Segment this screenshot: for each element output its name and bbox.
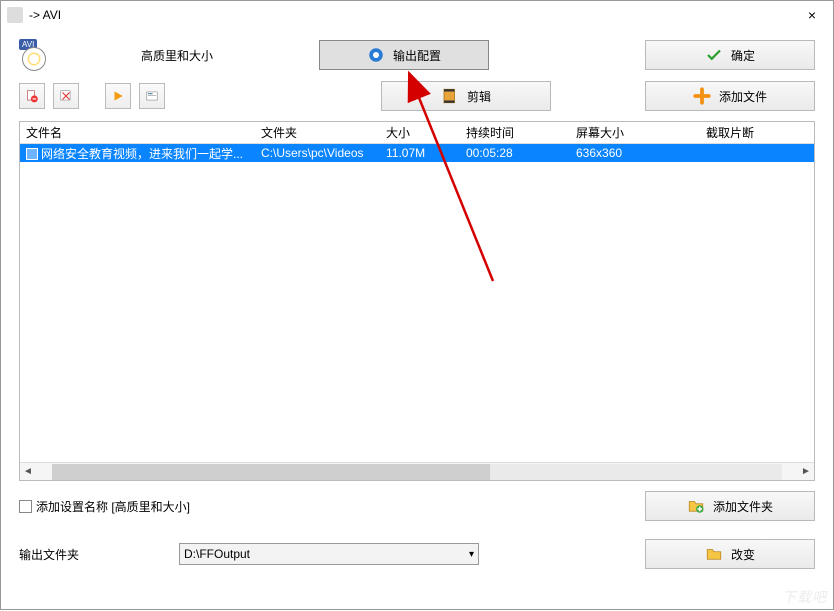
add-settings-label: 添加设置名称 [高质里和大小] (36, 498, 190, 515)
clip-icon (441, 87, 459, 105)
output-folder-row: 输出文件夹 D:\FFOutput ▾ 改变 (19, 539, 815, 569)
cell-size: 11.07M (380, 146, 460, 160)
gear-icon (367, 46, 385, 64)
output-config-label: 输出配置 (393, 47, 441, 64)
window-title: -> AVI (29, 8, 797, 22)
remove-file-button[interactable] (19, 83, 45, 109)
cell-duration: 00:05:28 (460, 146, 570, 160)
add-file-label: 添加文件 (719, 88, 767, 105)
app-icon (7, 7, 23, 23)
video-file-icon (26, 148, 38, 160)
clip-label: 剪辑 (467, 88, 491, 105)
cell-folder: C:\Users\pc\Videos (255, 146, 380, 160)
info-button[interactable] (139, 83, 165, 109)
add-settings-checkbox[interactable] (19, 500, 32, 513)
output-folder-label: 输出文件夹 (19, 546, 149, 563)
settings-row: 添加设置名称 [高质里和大小] 添加文件夹 (19, 491, 815, 521)
col-filename[interactable]: 文件名 (20, 124, 255, 141)
cell-filename: 网络安全教育视频，进来我们一起学... (20, 145, 255, 162)
ok-button[interactable]: 确定 (645, 40, 815, 70)
col-clip[interactable]: 截取片断 (700, 124, 800, 141)
plus-icon (693, 87, 711, 105)
scroll-track[interactable] (52, 464, 782, 480)
ok-label: 确定 (731, 47, 755, 64)
table-row[interactable]: 网络安全教育视频，进来我们一起学... C:\Users\pc\Videos 1… (20, 144, 814, 162)
table-body: 网络安全教育视频，进来我们一起学... C:\Users\pc\Videos 1… (20, 144, 814, 462)
quality-label: 高质里和大小 (141, 47, 291, 64)
top-row: 高质里和大小 输出配置 确定 (1, 29, 833, 77)
output-config-button[interactable]: 输出配置 (319, 40, 489, 70)
avi-format-icon (19, 39, 51, 71)
change-label: 改变 (731, 546, 755, 563)
col-folder[interactable]: 文件夹 (255, 124, 380, 141)
tool-row: 剪辑 添加文件 (1, 77, 833, 121)
play-button[interactable] (105, 83, 131, 109)
watermark: 下载吧 (782, 587, 827, 607)
close-button[interactable]: × (797, 7, 827, 23)
col-duration[interactable]: 持续时间 (460, 124, 570, 141)
clear-list-button[interactable] (53, 83, 79, 109)
add-file-button[interactable]: 添加文件 (645, 81, 815, 111)
change-button[interactable]: 改变 (645, 539, 815, 569)
scroll-thumb[interactable] (52, 464, 490, 480)
scroll-left-arrow[interactable]: ◄ (20, 464, 36, 480)
check-icon (705, 46, 723, 64)
clip-button[interactable]: 剪辑 (381, 81, 551, 111)
cell-dimensions: 636x360 (570, 146, 700, 160)
file-table: 文件名 文件夹 大小 持续时间 屏幕大小 截取片断 网络安全教育视频，进来我们一… (19, 121, 815, 481)
bottom-area: 添加设置名称 [高质里和大小] 添加文件夹 输出文件夹 D:\FFOutput … (1, 481, 833, 569)
output-folder-combo[interactable]: D:\FFOutput ▾ (179, 543, 479, 565)
col-dimensions[interactable]: 屏幕大小 (570, 124, 700, 141)
chevron-down-icon: ▾ (469, 549, 474, 560)
add-folder-label: 添加文件夹 (713, 498, 773, 515)
folder-open-icon (705, 545, 723, 563)
table-header: 文件名 文件夹 大小 持续时间 屏幕大小 截取片断 (20, 122, 814, 144)
horizontal-scrollbar[interactable]: ◄ ► (20, 462, 814, 480)
col-size[interactable]: 大小 (380, 124, 460, 141)
scroll-right-arrow[interactable]: ► (798, 464, 814, 480)
folder-plus-icon (687, 497, 705, 515)
add-folder-button[interactable]: 添加文件夹 (645, 491, 815, 521)
titlebar: -> AVI × (1, 1, 833, 29)
output-folder-value: D:\FFOutput (184, 547, 250, 561)
